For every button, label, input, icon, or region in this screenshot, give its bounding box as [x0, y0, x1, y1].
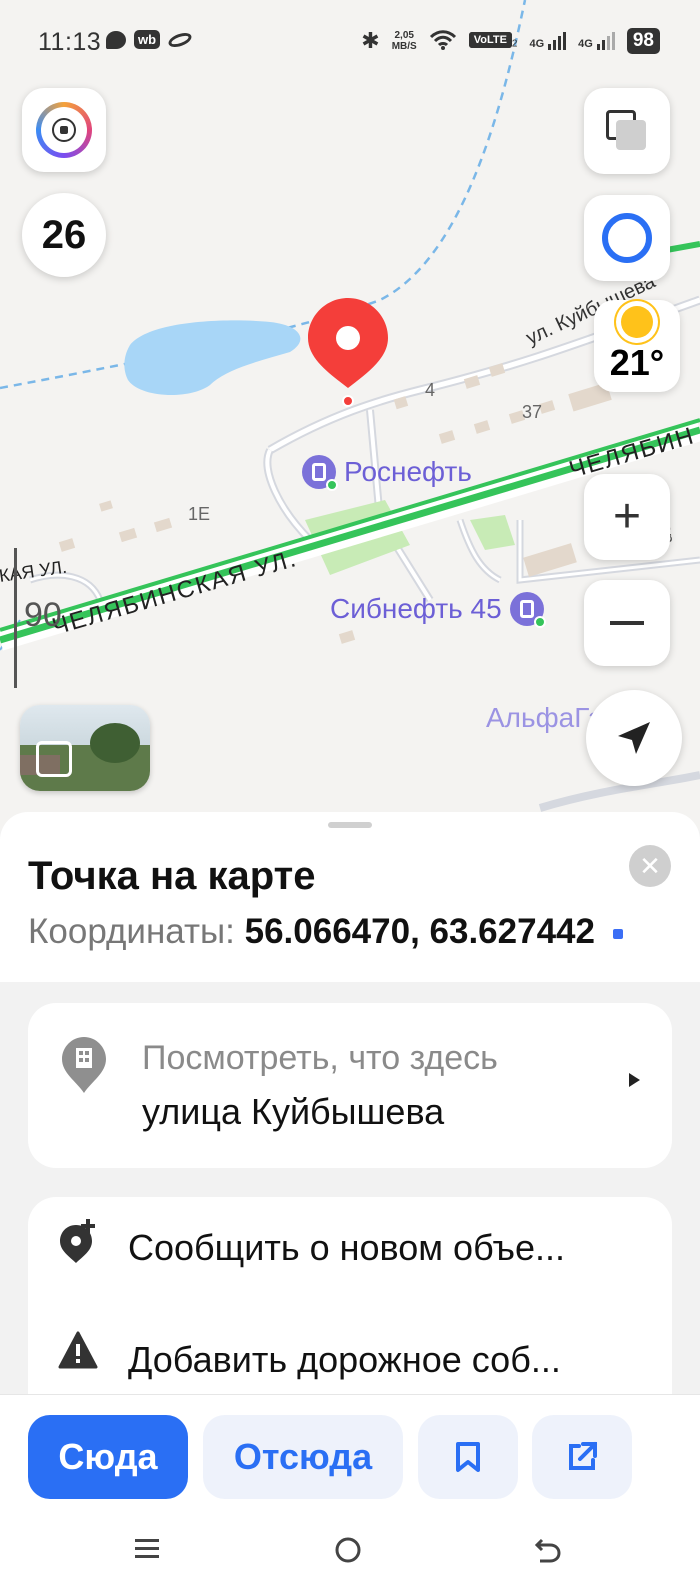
whats-here-card[interactable]: Посмотреть, что здесь улица Куйбышева [28, 1003, 672, 1168]
bookmark-icon [456, 1442, 480, 1472]
house-37: 37 [522, 402, 542, 422]
route-to-here-button[interactable]: Сюда [28, 1415, 188, 1499]
menu-nav-button[interactable] [134, 1536, 160, 1567]
house-4: 4 [425, 380, 435, 400]
home-nav-button[interactable] [334, 1536, 362, 1569]
scale-bar [14, 548, 17, 688]
map-view[interactable]: ЧЕЛЯБИНСКАЯ УЛ. ЧЕЛЯБИН КАЯ УЛ. ул. Куйб… [0, 0, 700, 830]
alice-icon [602, 213, 652, 263]
whats-here-address: улица Куйбышева [142, 1091, 445, 1132]
wifi-icon [429, 29, 457, 54]
route-from-here-button[interactable]: Отсюда [203, 1415, 403, 1499]
sheet-drag-handle[interactable] [328, 822, 372, 828]
wb-icon: wb [134, 30, 161, 49]
status-left-icons: wb [106, 29, 194, 50]
share-button[interactable] [532, 1415, 632, 1499]
navigation-arrow-icon [618, 722, 650, 754]
status-bar: 11:13 wb ✱ 2,05 MB/S VoLTE 2 4G 4G 98 [0, 0, 700, 86]
zoom-out-button[interactable] [584, 580, 670, 666]
my-location-button[interactable] [586, 690, 682, 786]
poi-sibneft[interactable]: Сибнефть 45 [330, 592, 546, 628]
alice-assistant-button[interactable] [584, 195, 670, 281]
place-sheet: Точка на карте ✕ Координаты: 56.066470, … [0, 812, 700, 982]
street-panorama-thumbnail[interactable] [20, 705, 150, 791]
home-circle-icon [335, 1537, 361, 1563]
scale-label: 90 [24, 596, 62, 634]
coordinates-label: Координаты: [28, 912, 235, 951]
promo-football-button[interactable] [22, 88, 106, 172]
bluetooth-icon: ✱ [361, 28, 380, 53]
status-right-icons: ✱ 2,05 MB/S VoLTE 2 4G 4G 98 [361, 28, 660, 54]
oval-icon [166, 29, 194, 50]
net-speed: 2,05 MB/S [391, 30, 417, 52]
layers-button[interactable] [584, 88, 670, 174]
panorama-icon [36, 741, 72, 777]
badge-count-button[interactable]: 26 [22, 193, 106, 277]
report-new-object-item[interactable]: Сообщить о новом объе... [28, 1197, 672, 1287]
plus-icon: + [612, 490, 642, 543]
actions-card: Сообщить о новом объе... Добавить дорожн… [28, 1197, 672, 1397]
warning-icon [58, 1331, 98, 1376]
minus-icon [610, 621, 644, 625]
fuel-station-icon [302, 455, 338, 491]
share-icon [569, 1442, 597, 1470]
status-time: 11:13 [38, 28, 102, 56]
coordinates-value[interactable]: 56.066470, 63.627442 [245, 912, 595, 951]
layers-icon [606, 110, 648, 152]
back-nav-button[interactable] [534, 1536, 562, 1569]
chevron-right-icon [629, 1073, 640, 1087]
close-icon: ✕ [639, 850, 661, 881]
volte-badge: VoLTE 2 [468, 32, 517, 50]
route-action-bar: Сюда Отсюда [0, 1394, 700, 1514]
coordinates-row: Координаты: 56.066470, 63.627442 [28, 912, 623, 952]
sheet-title: Точка на карте [28, 854, 316, 898]
poi-rosneft-label: Роснефть [344, 456, 472, 487]
add-road-event-item[interactable]: Добавить дорожное соб... [28, 1309, 672, 1397]
weather-widget[interactable]: 21° [594, 300, 680, 392]
close-button[interactable]: ✕ [629, 845, 671, 887]
signal-2-icon: 4G [578, 32, 615, 50]
location-pin[interactable] [308, 298, 388, 410]
weather-temperature: 21° [609, 342, 665, 383]
chat-icon [106, 30, 126, 49]
copy-icon[interactable] [612, 928, 623, 939]
battery-indicator: 98 [626, 28, 660, 54]
back-icon [534, 1538, 561, 1563]
house-1e: 1Е [188, 504, 210, 524]
add-road-event-label: Добавить дорожное соб... [128, 1339, 561, 1380]
building-pin-icon [62, 1037, 106, 1098]
football-icon [36, 102, 92, 158]
system-nav-bar [0, 1514, 700, 1594]
whats-here-label: Посмотреть, что здесь [142, 1039, 498, 1077]
report-new-object-label: Сообщить о новом объе... [128, 1227, 566, 1268]
sun-icon [621, 306, 653, 338]
poi-rosneft[interactable]: Роснефть [302, 455, 472, 491]
poi-sibneft-label: Сибнефть 45 [330, 593, 502, 624]
menu-icon [135, 1539, 159, 1558]
fuel-station-icon [509, 592, 546, 628]
add-place-icon [58, 1219, 98, 1268]
bookmark-button[interactable] [418, 1415, 518, 1499]
signal-1-icon: 4G [529, 32, 567, 50]
zoom-in-button[interactable]: + [584, 474, 670, 560]
badge-count: 26 [41, 212, 87, 257]
